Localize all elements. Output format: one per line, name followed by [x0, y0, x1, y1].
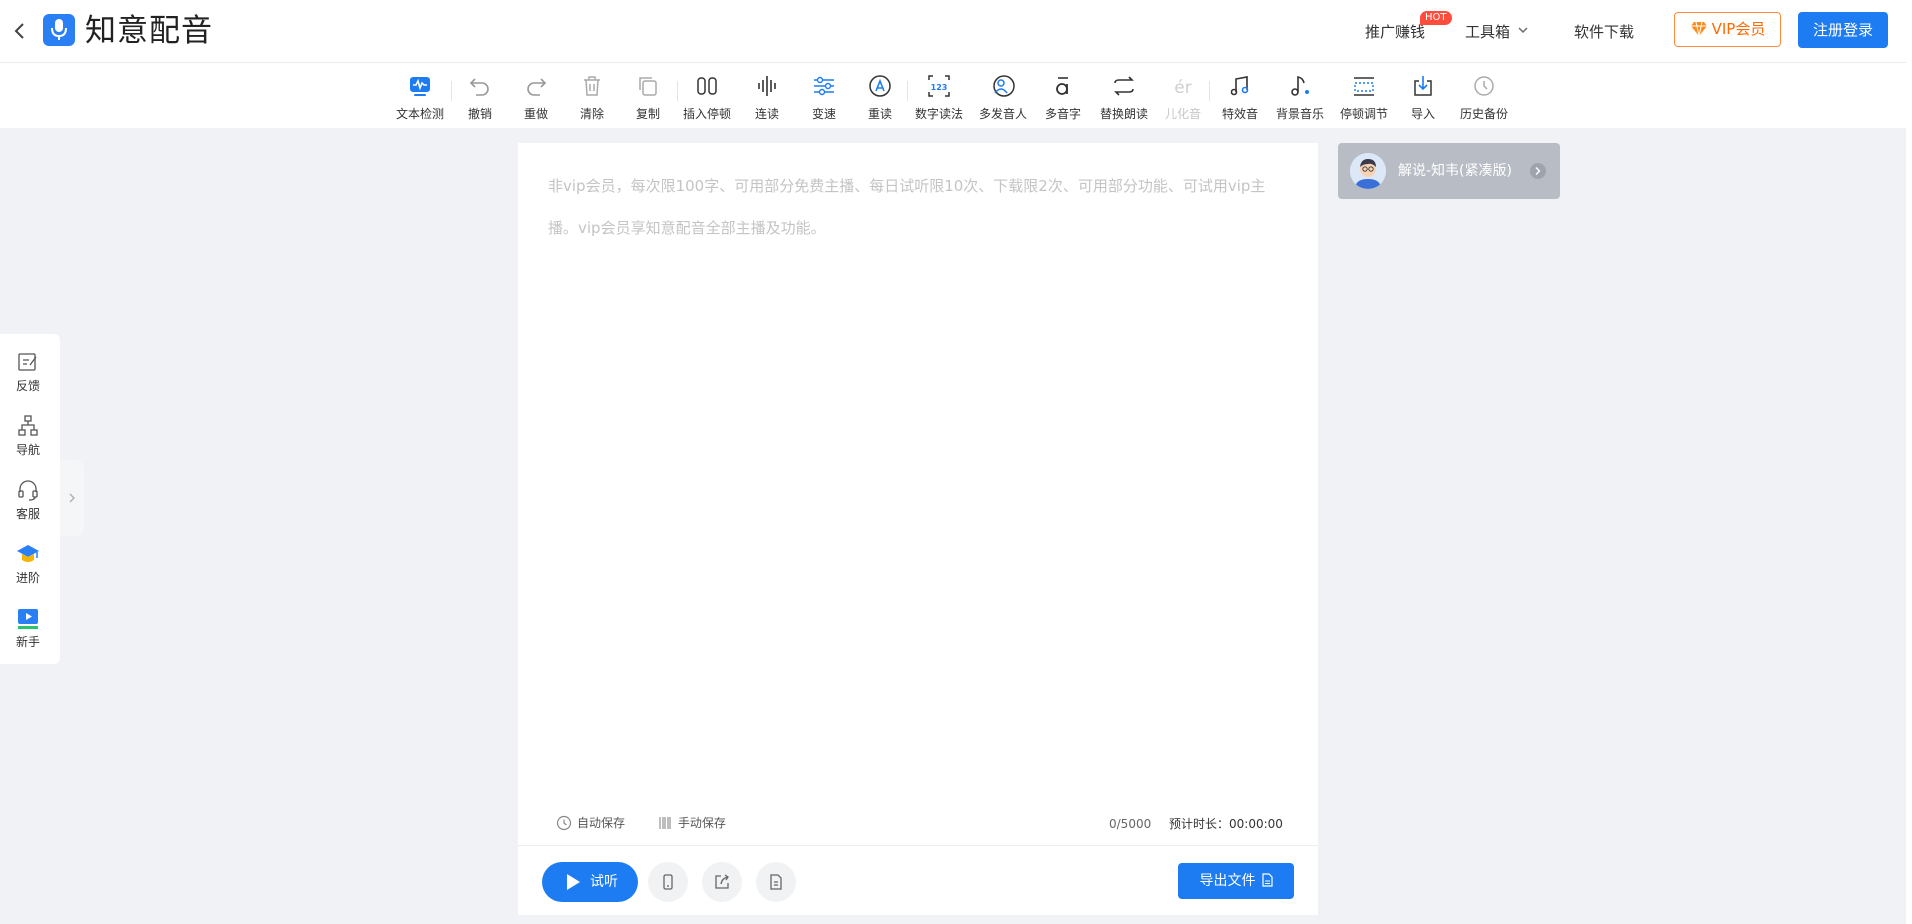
chevron-right-icon: [1535, 167, 1541, 175]
pause-block-icon: [697, 77, 717, 95]
svg-text:ér: ér: [1174, 78, 1191, 98]
save-options: 自动保存 手动保存: [556, 815, 754, 831]
side-panel: 反馈 导航 客服 进阶 新手: [0, 334, 60, 664]
hot-badge: HOT: [1420, 11, 1452, 25]
text-editor-panel: 非vip会员，每次限100字、可用部分免费主播、每日试听限10次、下载限2次、可…: [518, 143, 1318, 915]
tool-bgm[interactable]: 背景音乐: [1268, 67, 1332, 125]
headset-icon: [18, 480, 38, 501]
share-button[interactable]: [702, 862, 742, 902]
chevron-right-icon: [69, 493, 75, 503]
side-item-nav[interactable]: 导航: [0, 414, 56, 470]
stress-a-icon: [869, 75, 891, 97]
waveform-icon: [758, 76, 776, 96]
editor-footer: 试听 导出文件: [518, 845, 1318, 916]
swap-arrows-icon: [1114, 76, 1134, 96]
play-icon: [567, 874, 580, 890]
nav-promote-link[interactable]: 推广赚钱: [1365, 20, 1425, 44]
slider-adjust-icon: [814, 76, 834, 96]
tool-number-reading[interactable]: 123 数字读法: [907, 67, 971, 125]
undo-icon: [469, 78, 489, 96]
copy-icon: [639, 77, 657, 96]
pause-adjust-icon: [1354, 77, 1374, 96]
preview-play-button[interactable]: 试听: [542, 862, 638, 902]
multi-speaker-icon: [993, 75, 1015, 97]
vip-button-label: VIP会员: [1711, 20, 1766, 38]
graduation-cap-icon: [17, 545, 39, 562]
manual-save-option[interactable]: 手动保存: [657, 815, 726, 831]
music-note-icon: [1230, 76, 1249, 96]
editor-toolbar: 文本检测 撤销 重做 清除 复制 插入停顿 连读 变速 重读 123 数字读法 …: [0, 63, 1906, 128]
voice-selector-card[interactable]: 解说-知韦(紧凑版): [1338, 143, 1560, 199]
side-panel-toggle[interactable]: [60, 460, 84, 536]
top-header: 知意配音 推广赚钱 HOT 工具箱 软件下载 VIP会员 注册登录: [0, 0, 1906, 63]
export-file-button[interactable]: 导出文件: [1178, 863, 1294, 899]
side-item-service[interactable]: 客服: [0, 478, 56, 534]
chevron-down-icon[interactable]: [1517, 26, 1529, 34]
share-icon: [715, 874, 729, 889]
document-icon: [770, 874, 782, 890]
text-check-icon: [410, 77, 430, 96]
voice-arrow[interactable]: [1530, 163, 1546, 179]
clock-icon: [1474, 76, 1494, 96]
diamond-icon: [1690, 21, 1707, 37]
redo-icon: [527, 78, 547, 96]
side-item-beginner[interactable]: 新手: [0, 606, 56, 662]
barcode-icon: [659, 817, 671, 829]
polyphone-icon: [1056, 77, 1068, 95]
erhua-icon: ér: [1174, 78, 1191, 98]
logo-icon: [43, 14, 75, 46]
nav-toolbox-menu[interactable]: 工具箱: [1465, 20, 1510, 44]
tool-history-backup[interactable]: 历史备份: [1452, 67, 1516, 125]
avatar: [1350, 153, 1386, 189]
sitemap-icon: [18, 415, 38, 436]
app-title: 知意配音: [85, 13, 213, 49]
clock-icon: [556, 815, 572, 831]
background-music-icon: [1291, 76, 1309, 96]
estimated-duration: 预计时长：00:00:00: [1169, 817, 1283, 831]
video-play-icon: [18, 609, 38, 629]
mobile-phone-icon: [663, 874, 673, 890]
trash-icon: [584, 76, 600, 96]
page-edge: [1906, 0, 1912, 924]
side-item-feedback[interactable]: 反馈: [0, 350, 56, 406]
auto-save-option[interactable]: 自动保存: [556, 815, 625, 831]
char-count: 0/5000: [1109, 817, 1152, 831]
nav-download-link[interactable]: 软件下载: [1574, 20, 1634, 44]
document-button[interactable]: [756, 862, 796, 902]
back-arrow-icon[interactable]: [12, 20, 28, 42]
mobile-preview-button[interactable]: [648, 862, 688, 902]
register-login-button[interactable]: 注册登录: [1798, 12, 1888, 48]
vip-member-button[interactable]: VIP会员: [1674, 12, 1781, 47]
file-icon: [1261, 873, 1273, 887]
editor-text-area[interactable]: 非vip会员，每次限100字、可用部分免费主播、每日试听限10次、下载限2次、可…: [548, 165, 1288, 249]
number-123-icon: 123: [928, 75, 950, 97]
svg-text:123: 123: [931, 83, 948, 92]
voice-name: 解说-知韦(紧凑版): [1398, 163, 1512, 179]
feedback-icon: [18, 353, 37, 371]
side-item-advanced[interactable]: 进阶: [0, 542, 56, 598]
import-icon: [1414, 76, 1432, 96]
